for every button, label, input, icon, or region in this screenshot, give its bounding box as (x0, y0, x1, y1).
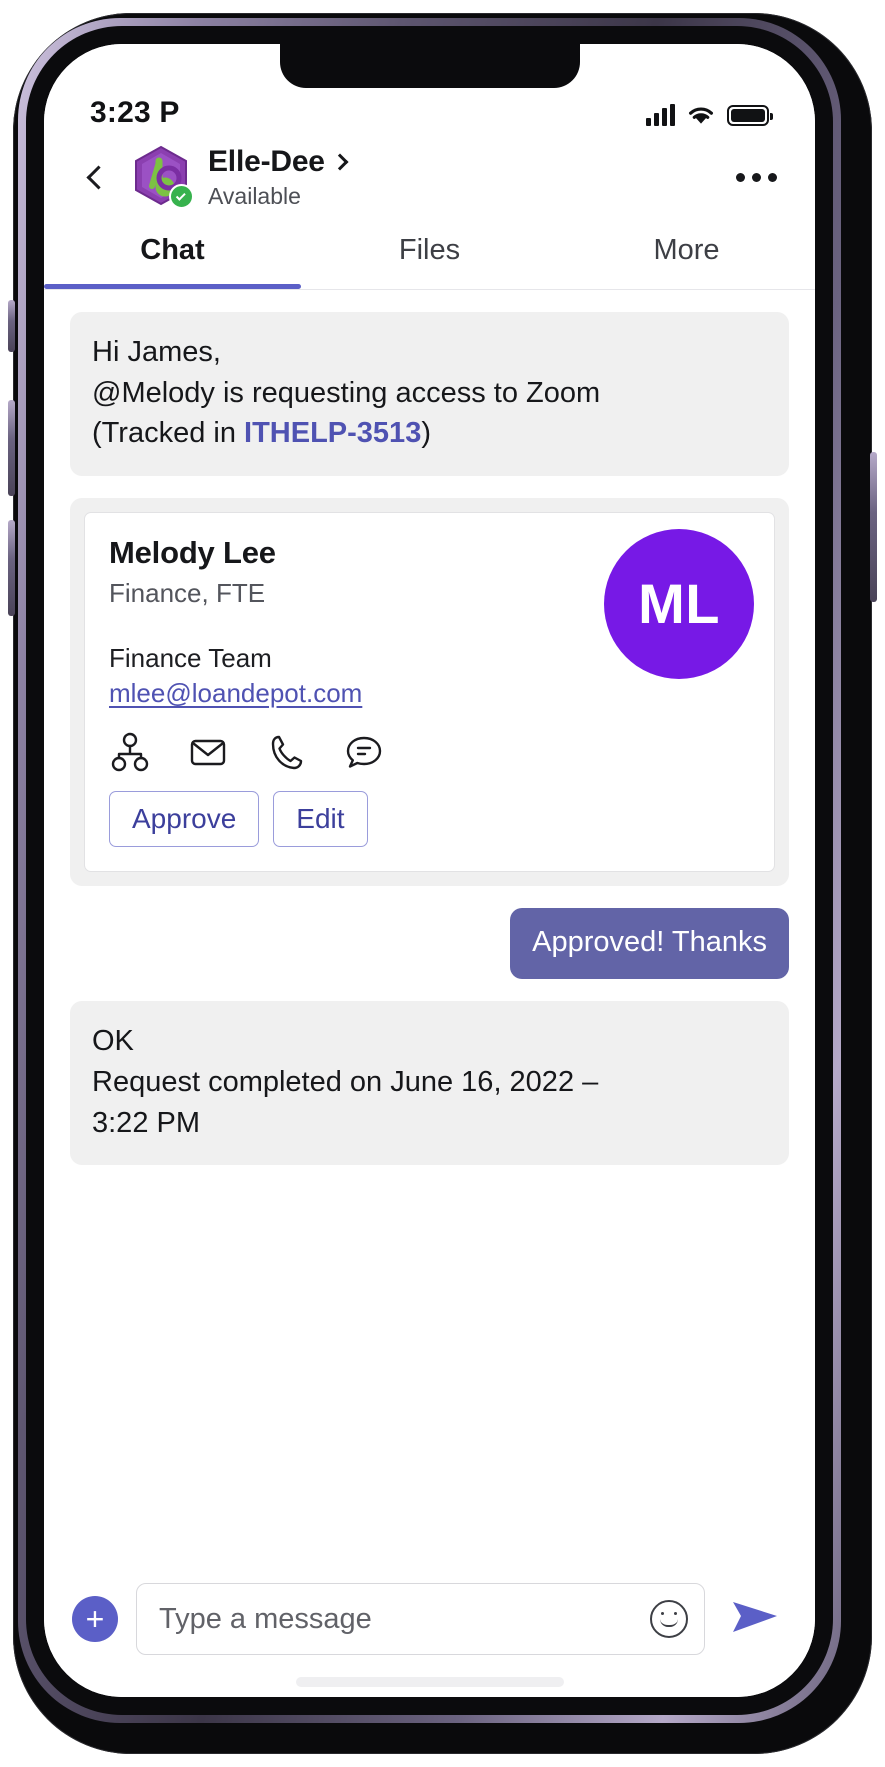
contact-card-container: ML Melody Lee Finance, FTE Finance Team … (70, 498, 789, 886)
phone-screen: 3:23 P (44, 44, 815, 1697)
message-line: OK (92, 1021, 767, 1062)
back-button[interactable] (74, 149, 122, 205)
conversation-list[interactable]: Hi James, @Melody is requesting access t… (44, 290, 815, 1480)
send-paper-plane-icon (729, 1595, 781, 1639)
outgoing-message-bubble: Approved! Thanks (510, 908, 789, 980)
status-time: 3:23 P (90, 96, 180, 130)
chevron-right-icon (331, 154, 348, 171)
tab-bar: Chat Files More (44, 224, 815, 289)
tab-files[interactable]: Files (301, 224, 558, 289)
header-text: Elle-Dee Available (208, 145, 718, 210)
status-badge: Available (208, 183, 718, 210)
phone-icon[interactable] (265, 731, 307, 773)
chat-bubble-icon[interactable] (343, 731, 385, 773)
message-row: OK Request completed on June 16, 2022 – … (70, 1001, 789, 1165)
page-title: Elle-Dee (208, 145, 325, 179)
avatar-initials: ML (638, 571, 720, 636)
message-line: @Melody is requesting access to Zoom (92, 373, 767, 414)
contact-email-link[interactable]: mlee@loandepot.com (109, 678, 362, 709)
message-line: Hi James, (92, 332, 767, 373)
more-options-icon[interactable] (718, 161, 781, 194)
chevron-left-icon (86, 165, 110, 189)
message-line: (Tracked in ITHELP-3513) (92, 413, 767, 454)
emoji-smiley-icon[interactable] (650, 1600, 688, 1638)
message-line: Request completed on June 16, 2022 – (92, 1062, 767, 1103)
contact-action-icons (109, 731, 750, 773)
incoming-message-bubble: OK Request completed on June 16, 2022 – … (70, 1001, 789, 1165)
battery-full-icon (727, 105, 769, 126)
status-indicators (646, 104, 769, 130)
screenshot-root: 3:23 P (0, 0, 885, 1767)
message-row: Approved! Thanks (70, 908, 789, 980)
org-chart-icon[interactable] (109, 731, 151, 773)
composer-row: + Type a message (72, 1583, 787, 1655)
tracked-suffix: ) (421, 417, 431, 449)
cellular-signal-icon (646, 104, 675, 126)
contact-card[interactable]: ML Melody Lee Finance, FTE Finance Team … (84, 512, 775, 872)
volume-up-button[interactable] (8, 400, 15, 496)
tab-chat[interactable]: Chat (44, 224, 301, 289)
edit-button[interactable]: Edit (273, 791, 367, 847)
approve-button[interactable]: Approve (109, 791, 259, 847)
ticket-link[interactable]: ITHELP-3513 (244, 417, 421, 449)
avatar[interactable] (128, 144, 194, 210)
message-input[interactable]: Type a message (136, 1583, 705, 1655)
message-line: 3:22 PM (92, 1103, 767, 1144)
power-button[interactable] (870, 452, 877, 602)
message-row: ML Melody Lee Finance, FTE Finance Team … (70, 498, 789, 886)
envelope-icon[interactable] (187, 731, 229, 773)
incoming-message-bubble: Hi James, @Melody is requesting access t… (70, 312, 789, 476)
send-button[interactable] (723, 1589, 787, 1650)
mute-switch[interactable] (8, 300, 15, 352)
message-input-placeholder: Type a message (159, 1603, 650, 1636)
tracked-prefix: (Tracked in (92, 417, 244, 449)
message-row: Hi James, @Melody is requesting access t… (70, 312, 789, 476)
chat-title-row[interactable]: Elle-Dee (208, 145, 718, 179)
contact-avatar: ML (604, 529, 754, 679)
plus-icon[interactable]: + (72, 1596, 118, 1642)
tab-more[interactable]: More (558, 224, 815, 289)
app-header: Elle-Dee Available (44, 136, 815, 224)
available-check-icon (169, 184, 194, 209)
wifi-icon (686, 104, 716, 126)
message-composer: + Type a message (44, 1565, 815, 1697)
home-indicator (296, 1677, 564, 1687)
phone-notch (280, 44, 580, 88)
volume-down-button[interactable] (8, 520, 15, 616)
contact-card-actions: Approve Edit (109, 791, 750, 847)
